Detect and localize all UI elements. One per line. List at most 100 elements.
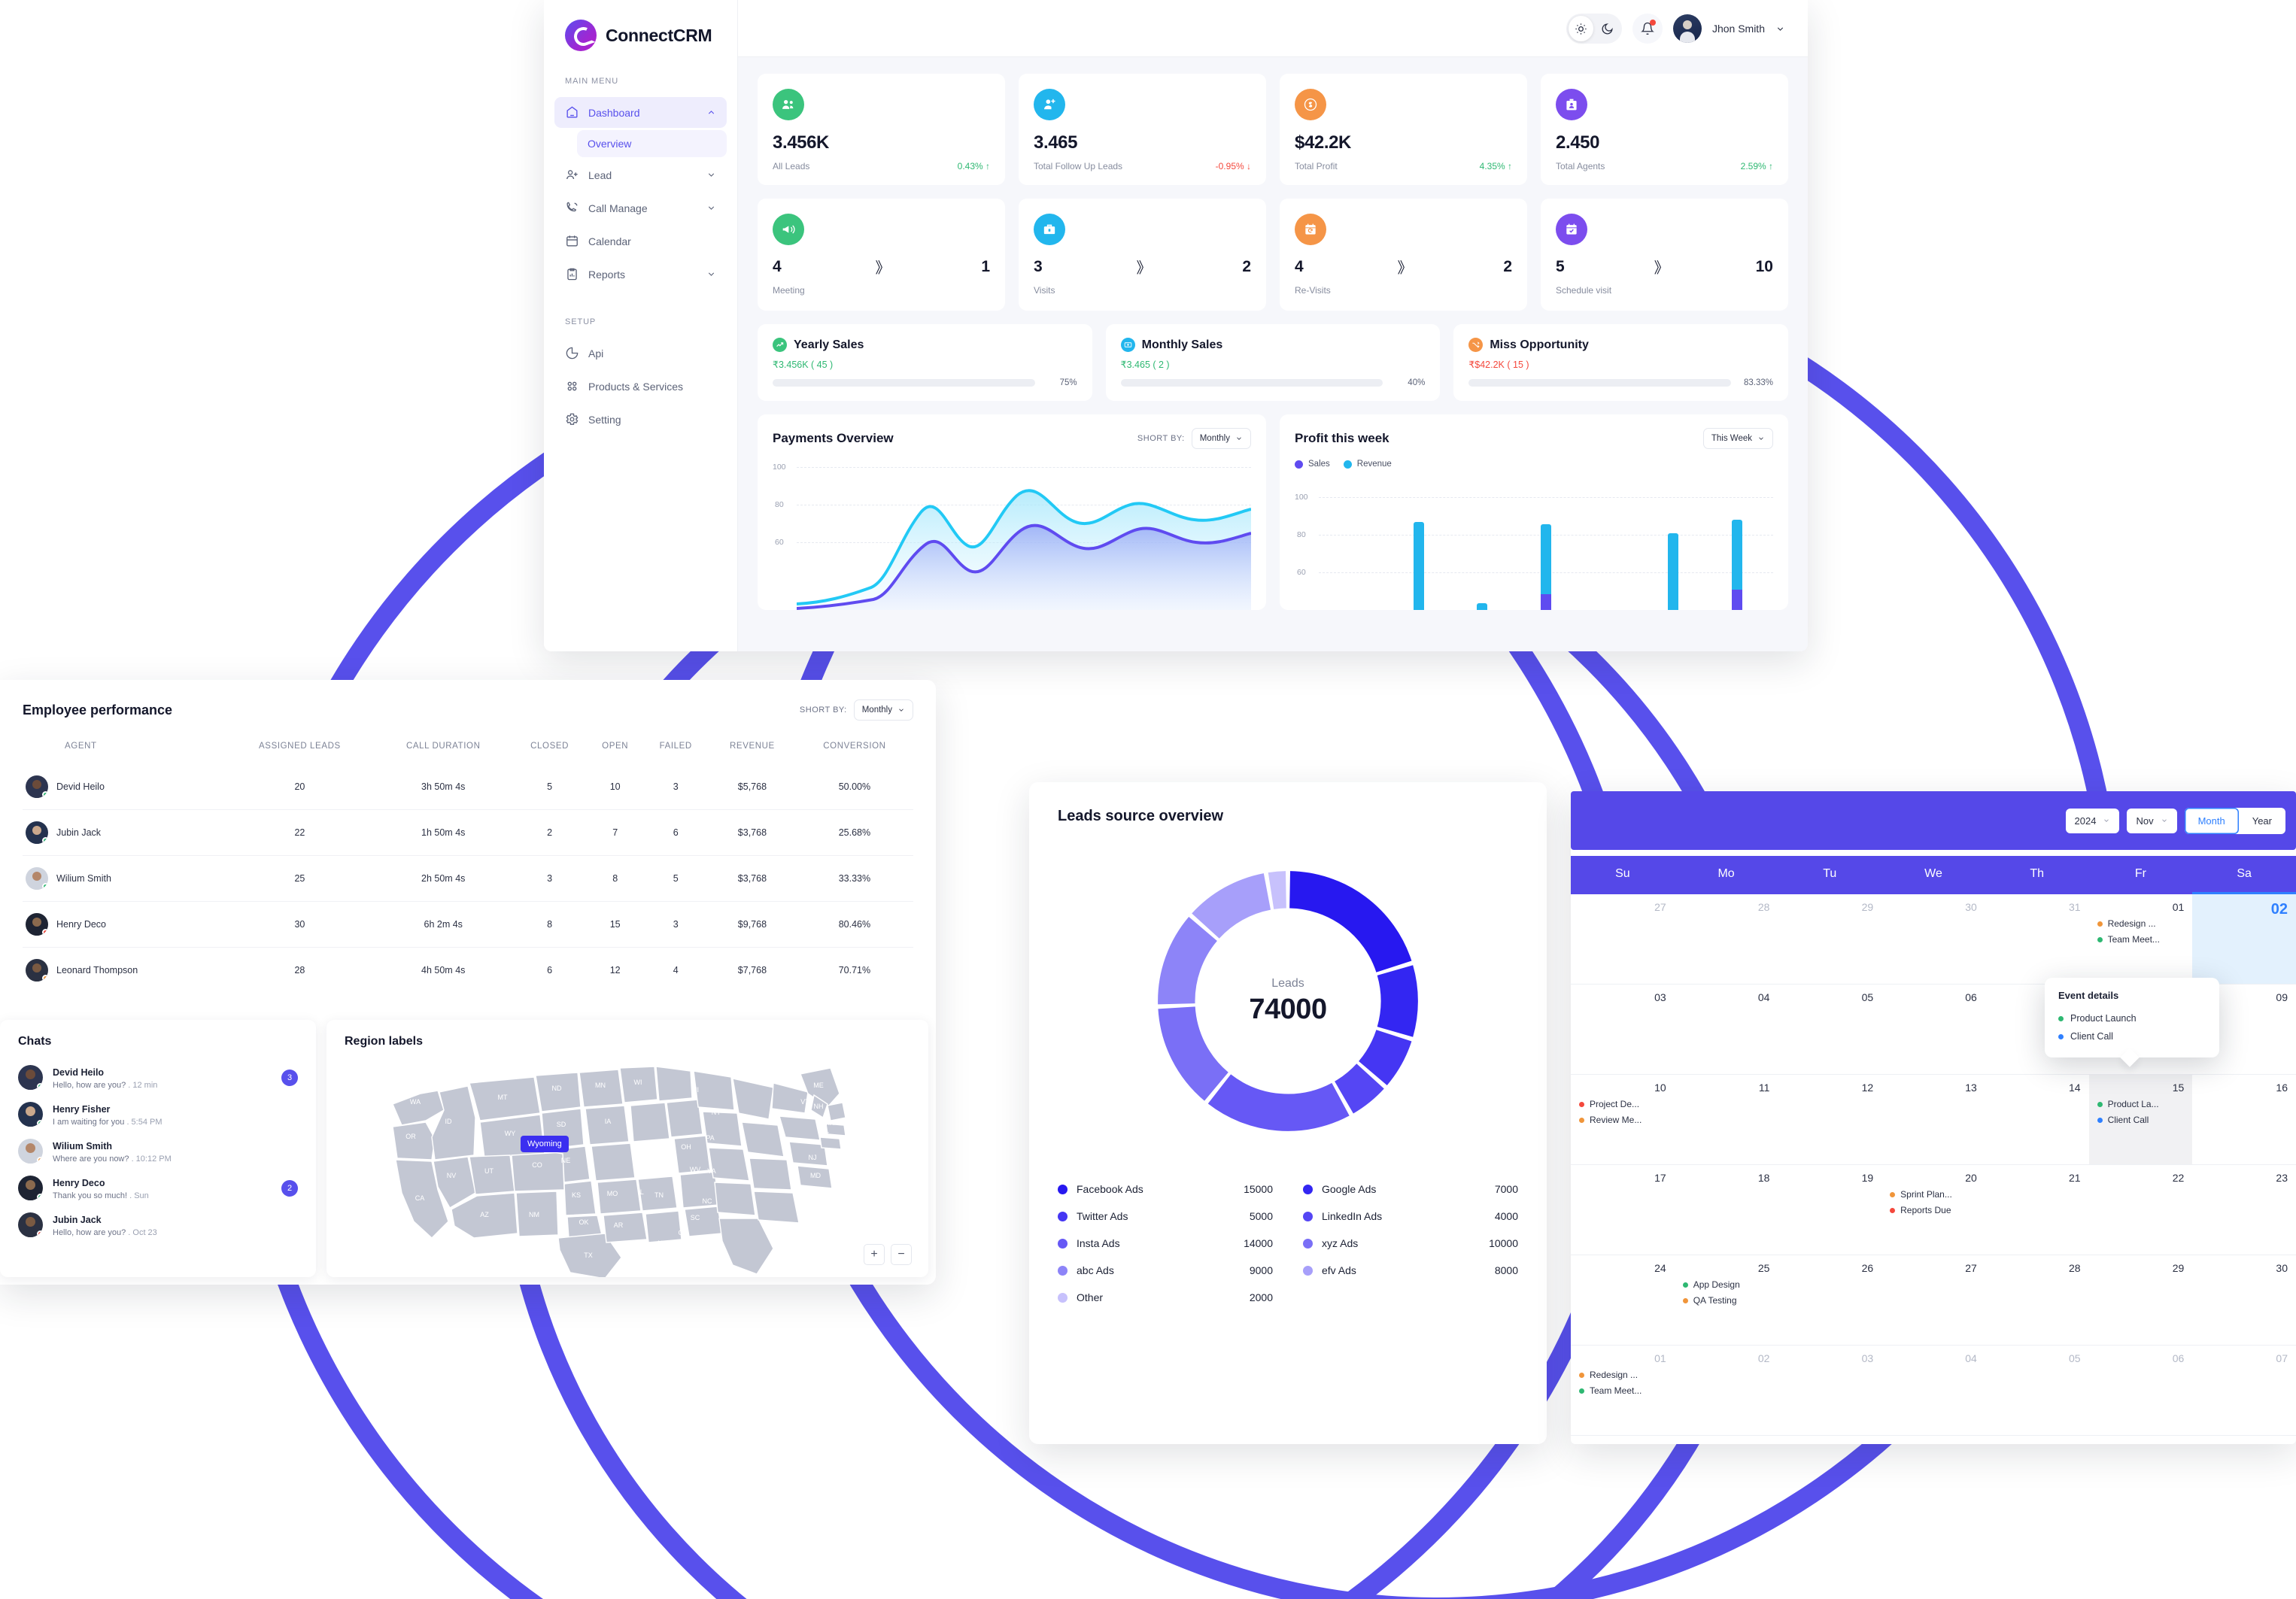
sidebar-item-overview[interactable]: Overview xyxy=(577,130,727,157)
calendar-day-cell[interactable]: 15 Product La... Client Call xyxy=(2088,1075,2193,1165)
calendar-day-cell[interactable]: 28 xyxy=(1674,894,1778,985)
calendar-event[interactable]: Product La... xyxy=(2097,1099,2185,1109)
calendar-day-cell[interactable]: 14 xyxy=(1985,1075,2089,1165)
calendar-day-cell[interactable]: 16 xyxy=(2192,1075,2296,1165)
calendar-day-number: 15 xyxy=(2172,1082,2185,1094)
calendar-day-cell[interactable]: 27 xyxy=(1571,894,1675,985)
chevron-down-icon[interactable] xyxy=(706,170,716,180)
calendar-event[interactable]: Project De... xyxy=(1579,1099,1666,1109)
calendar-event[interactable]: Team Meet... xyxy=(2097,934,2185,945)
profit-range-select[interactable]: This Week xyxy=(1702,428,1773,449)
payments-sort-select[interactable]: Monthly xyxy=(1191,428,1251,449)
calendar-event[interactable]: Team Meet... xyxy=(1579,1385,1666,1396)
calendar-day-cell[interactable]: 01 Redesign ... Team Meet... xyxy=(1571,1346,1675,1436)
calendar-day-cell[interactable]: 27 xyxy=(1881,1255,1985,1346)
map-zoom-in-button[interactable]: + xyxy=(864,1244,885,1265)
calendar-event[interactable]: Redesign ... xyxy=(2097,918,2185,929)
chevron-down-icon[interactable] xyxy=(706,203,716,213)
calendar-day-cell[interactable]: 28 xyxy=(1985,1255,2089,1346)
calendar-view-year-button[interactable]: Year xyxy=(2239,808,2285,834)
table-row[interactable]: Jubin Jack 22 1h 50m 4s 2 7 6 $3,768 25.68% xyxy=(23,809,913,856)
calendar-event[interactable]: Review Me... xyxy=(1579,1115,1666,1125)
app-logo[interactable]: ConnectCRM xyxy=(544,0,737,51)
chevron-up-icon[interactable] xyxy=(706,108,716,117)
sidebar-item-dashboard[interactable]: Dashboard xyxy=(554,97,727,128)
cell-conversion: 80.46% xyxy=(795,901,913,948)
legend-value: 10000 xyxy=(1489,1237,1518,1249)
calendar-day-cell[interactable]: 18 xyxy=(1674,1165,1778,1255)
calendar-event[interactable]: QA Testing xyxy=(1682,1295,1770,1306)
sidebar-item-calendar[interactable]: Calendar xyxy=(554,226,727,256)
theme-toggle[interactable] xyxy=(1566,14,1622,44)
calendar-day-cell[interactable]: 02 xyxy=(1674,1346,1778,1436)
calendar-day-cell[interactable]: 24 xyxy=(1571,1255,1675,1346)
calendar-day-cell[interactable]: 12 xyxy=(1778,1075,1882,1165)
sidebar-item-reports[interactable]: Reports xyxy=(554,259,727,290)
calendar-event[interactable]: App Design xyxy=(1682,1279,1770,1290)
table-row[interactable]: Leonard Thompson 28 4h 50m 4s 6 12 4 $7,768 70.… xyxy=(23,947,913,993)
calendar-day-cell[interactable]: 20 Sprint Plan... Reports Due xyxy=(1881,1165,1985,1255)
sidebar-item-api[interactable]: Api xyxy=(554,338,727,369)
calendar-day-cell[interactable]: 03 xyxy=(1571,985,1675,1075)
calendar-day-cell[interactable]: 05 xyxy=(1778,985,1882,1075)
calendar-view-month-button[interactable]: Month xyxy=(2185,808,2239,834)
chevron-down-icon[interactable] xyxy=(1775,24,1785,34)
calendar-day-cell[interactable]: 30 xyxy=(2192,1255,2296,1346)
sales-card-title: Miss Opportunity xyxy=(1490,338,1589,351)
calendar-day-cell[interactable]: 29 xyxy=(1778,894,1882,985)
list-item[interactable]: Henry Fisher I am waiting for you . 5:54 … xyxy=(18,1096,298,1133)
calendar-event[interactable]: Sprint Plan... xyxy=(1890,1189,1977,1200)
calendar-day-cell[interactable]: 10 Project De... Review Me... xyxy=(1571,1075,1675,1165)
calendar-day-cell[interactable]: 04 xyxy=(1674,985,1778,1075)
calendar-day-cell[interactable]: 02 xyxy=(2192,894,2296,985)
employee-sort-select[interactable]: Monthly xyxy=(853,699,913,721)
notification-bell-button[interactable] xyxy=(1632,14,1663,44)
calendar-day-cell[interactable]: 07 xyxy=(2192,1346,2296,1436)
map-state-label: IL xyxy=(638,1188,644,1196)
calendar-day-cell[interactable]: 26 xyxy=(1778,1255,1882,1346)
calendar-day-cell[interactable]: 19 xyxy=(1778,1165,1882,1255)
table-row[interactable]: Wilium Smith 25 2h 50m 4s 3 8 5 $3,768 33.33% xyxy=(23,855,913,902)
table-row[interactable]: Henry Deco 30 6h 2m 4s 8 15 3 $9,768 80.46% xyxy=(23,901,913,948)
calendar-day-cell[interactable]: 03 xyxy=(1778,1346,1882,1436)
table-row[interactable]: Devid Heilo 20 3h 50m 4s 5 10 3 $5,768 50.00% xyxy=(23,764,913,810)
avatar[interactable] xyxy=(1672,14,1702,43)
list-item[interactable]: Henry Deco Thank you so much! . Sun 2 xyxy=(18,1170,298,1206)
sidebar-item-setting[interactable]: Setting xyxy=(554,404,727,435)
calendar-day-cell[interactable]: 11 xyxy=(1674,1075,1778,1165)
sidebar-item-lead[interactable]: Lead xyxy=(554,159,727,190)
us-map[interactable]: WA OR CA NV ID MT WY UT AZ NM CO ND SD NE KS OK TX MN IA MO… xyxy=(379,1060,876,1277)
calendar-day-cell[interactable]: 23 xyxy=(2192,1165,2296,1255)
calendar-day-cell[interactable]: 17 xyxy=(1571,1165,1675,1255)
event-dot xyxy=(1682,1297,1688,1303)
calendar-day-cell[interactable]: 25 App Design QA Testing xyxy=(1674,1255,1778,1346)
sidebar-item-products-services[interactable]: Products & Services xyxy=(554,371,727,402)
sun-icon[interactable] xyxy=(1568,16,1593,41)
calendar-year-select[interactable]: 2024 xyxy=(2065,808,2120,833)
calendar-day-cell[interactable]: 31 xyxy=(1985,894,2089,985)
meeting-left-count: 4 xyxy=(773,257,782,275)
list-item[interactable]: Jubin Jack Hello, how are you? . Oct 23 xyxy=(18,1206,298,1243)
calendar-day-cell[interactable]: 30 xyxy=(1881,894,1985,985)
calendar-event[interactable]: Redesign ... xyxy=(1579,1370,1666,1380)
calendar-day-cell[interactable]: 04 xyxy=(1881,1346,1985,1436)
calendar-day-cell[interactable]: 22 xyxy=(2088,1165,2193,1255)
map-zoom-out-button[interactable]: − xyxy=(891,1244,912,1265)
calendar-day-cell[interactable]: 21 xyxy=(1985,1165,2089,1255)
calendar-day-cell[interactable]: 06 xyxy=(1881,985,1985,1075)
list-item[interactable]: Wilium Smith Where are you now? . 10:12 P… xyxy=(18,1133,298,1170)
calendar-day-cell[interactable]: 06 xyxy=(2088,1346,2193,1436)
calendar-day-cell[interactable]: 05 xyxy=(1985,1346,2089,1436)
sidebar-item-call-manage[interactable]: Call Manage xyxy=(554,193,727,223)
calendar-day-cell[interactable]: 01 Redesign ... Team Meet... xyxy=(2088,894,2193,985)
list-item[interactable]: Devid Heilo Hello, how are you? . 12 min 3 xyxy=(18,1059,298,1096)
moon-icon[interactable] xyxy=(1595,16,1620,41)
calendar-day-cell[interactable]: 29 xyxy=(2088,1255,2193,1346)
chevron-down-icon[interactable] xyxy=(706,269,716,279)
legend-row: efv Ads 8000 xyxy=(1303,1257,1518,1284)
calendar-event[interactable]: Reports Due xyxy=(1890,1205,1977,1215)
calendar-month-select[interactable]: Nov xyxy=(2127,808,2177,833)
calendar-day-cell[interactable]: 13 xyxy=(1881,1075,1985,1165)
cell-revenue: $3,768 xyxy=(708,809,796,856)
calendar-event[interactable]: Client Call xyxy=(2097,1115,2185,1125)
